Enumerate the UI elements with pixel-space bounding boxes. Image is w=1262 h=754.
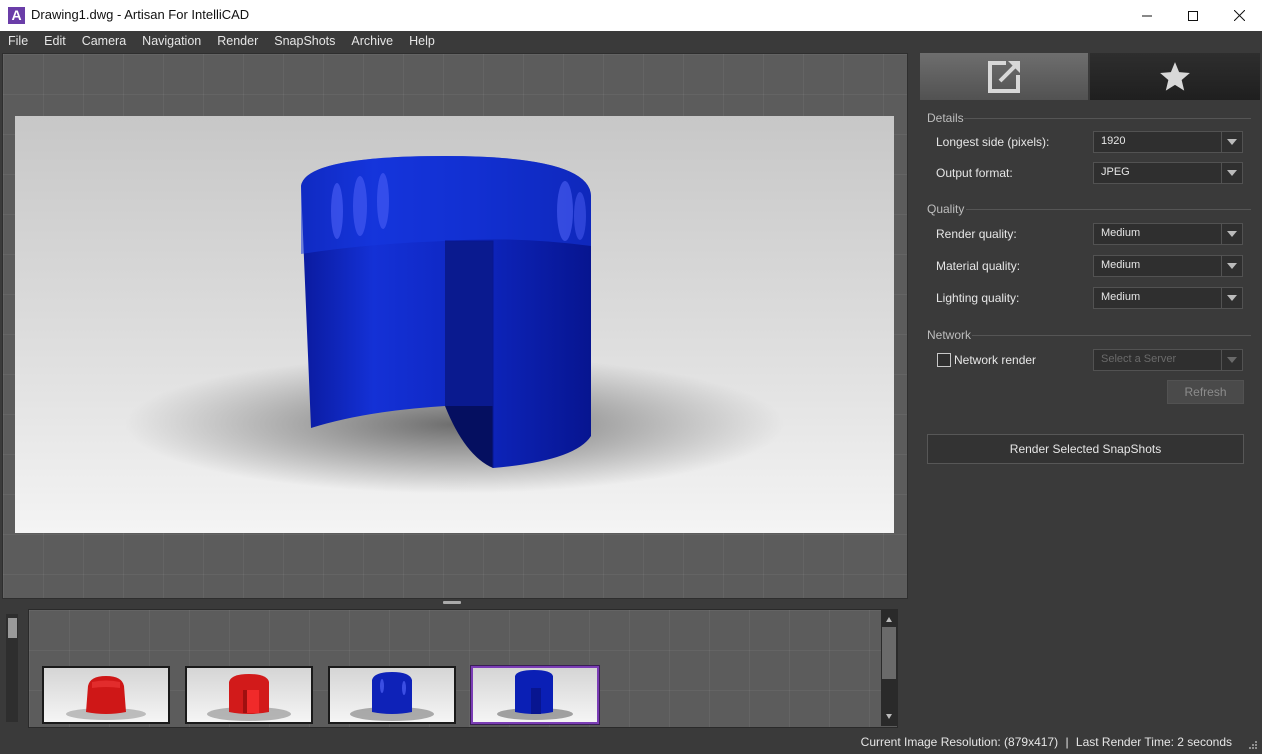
status-bar: Current Image Resolution: (879x417) | La… <box>0 729 1262 754</box>
lighting-quality-dropdown[interactable]: Medium <box>1093 287 1243 309</box>
maximize-icon <box>1188 10 1198 21</box>
chevron-down-icon <box>1221 132 1242 152</box>
star-icon <box>1160 61 1190 91</box>
section-divider <box>966 209 1251 210</box>
section-title-details: Details <box>927 111 964 125</box>
menu-archive[interactable]: Archive <box>343 31 401 52</box>
minimize-button[interactable] <box>1124 0 1170 31</box>
minimize-icon <box>1142 15 1152 16</box>
snapshot-thumbnail-2[interactable] <box>185 666 313 724</box>
network-render-checkbox[interactable] <box>937 353 951 367</box>
status-separator: | <box>1065 735 1069 749</box>
render-quality-value: Medium <box>1101 227 1141 239</box>
chevron-down-icon <box>1221 350 1242 370</box>
status-render-time: Last Render Time: 2 seconds <box>1075 735 1232 749</box>
server-select-placeholder: Select a Server <box>1101 353 1177 365</box>
material-quality-value: Medium <box>1101 259 1141 271</box>
app-logo-icon: A <box>8 7 25 24</box>
render-quality-dropdown[interactable]: Medium <box>1093 223 1243 245</box>
close-button[interactable] <box>1216 0 1262 31</box>
strip-vertical-scroll-thumb[interactable] <box>882 627 896 679</box>
red-model-thumbnail-image <box>66 676 146 720</box>
status-text: Current Image Resolution: (879x417) | La… <box>861 735 1232 749</box>
longest-side-label: Longest side (pixels): <box>936 135 1050 149</box>
longest-side-dropdown[interactable]: 1920 <box>1093 131 1243 153</box>
status-resolution: Current Image Resolution: (879x417) <box>860 735 1059 749</box>
render-viewport[interactable] <box>2 53 908 599</box>
lighting-quality-value: Medium <box>1101 291 1141 303</box>
section-divider <box>972 335 1251 336</box>
menu-help[interactable]: Help <box>401 31 443 52</box>
section-title-network: Network <box>927 328 972 342</box>
menu-edit[interactable]: Edit <box>36 31 74 52</box>
render-image <box>15 116 894 533</box>
blue-cylinder-model-image <box>301 156 591 468</box>
menu-render[interactable]: Render <box>209 31 266 52</box>
snapshot-thumbnail-1[interactable] <box>42 666 170 724</box>
chevron-down-icon <box>1221 256 1242 276</box>
chevron-down-icon <box>1221 163 1242 183</box>
red-model-thumbnail-image <box>207 674 291 721</box>
close-icon <box>1233 10 1245 21</box>
output-format-dropdown[interactable]: JPEG <box>1093 162 1243 184</box>
render-quality-label: Render quality: <box>936 227 1017 241</box>
window-title: Drawing1.dwg - Artisan For IntelliCAD <box>31 7 250 22</box>
server-select-dropdown[interactable]: Select a Server <box>1093 349 1243 371</box>
section-divider <box>964 118 1251 119</box>
lighting-quality-label: Lighting quality: <box>936 291 1020 305</box>
refresh-button[interactable]: Refresh <box>1167 380 1244 404</box>
network-render-label[interactable]: Network render <box>954 353 1036 367</box>
chevron-down-icon <box>1221 288 1242 308</box>
material-quality-label: Material quality: <box>936 259 1021 273</box>
splitter-handle[interactable] <box>443 601 461 604</box>
menu-file[interactable]: File <box>0 31 36 52</box>
menu-snapshots[interactable]: SnapShots <box>266 31 343 52</box>
menu-bar: File Edit Camera Navigation Render SnapS… <box>0 31 1262 52</box>
menu-camera[interactable]: Camera <box>74 31 134 52</box>
chevron-down-icon <box>1221 224 1242 244</box>
tab-export[interactable] <box>920 53 1088 100</box>
render-selected-snapshots-button[interactable]: Render Selected SnapShots <box>927 434 1244 464</box>
snapshot-thumbnail-3[interactable] <box>328 666 456 724</box>
menu-navigation[interactable]: Navigation <box>134 31 209 52</box>
output-format-label: Output format: <box>936 166 1013 180</box>
longest-side-value: 1920 <box>1101 135 1126 147</box>
blue-model-thumbnail-image <box>497 670 573 720</box>
section-title-quality: Quality <box>927 202 965 216</box>
blue-model-thumbnail-image <box>350 672 434 721</box>
resize-grip-icon[interactable] <box>1248 740 1258 750</box>
maximize-button[interactable] <box>1170 0 1216 31</box>
output-format-value: JPEG <box>1101 166 1130 178</box>
snapshot-thumbnail-4-selected[interactable] <box>470 665 600 725</box>
tab-favorites[interactable] <box>1090 53 1260 100</box>
export-icon <box>988 60 1020 93</box>
strip-left-scroll-thumb[interactable] <box>8 618 17 638</box>
material-quality-dropdown[interactable]: Medium <box>1093 255 1243 277</box>
